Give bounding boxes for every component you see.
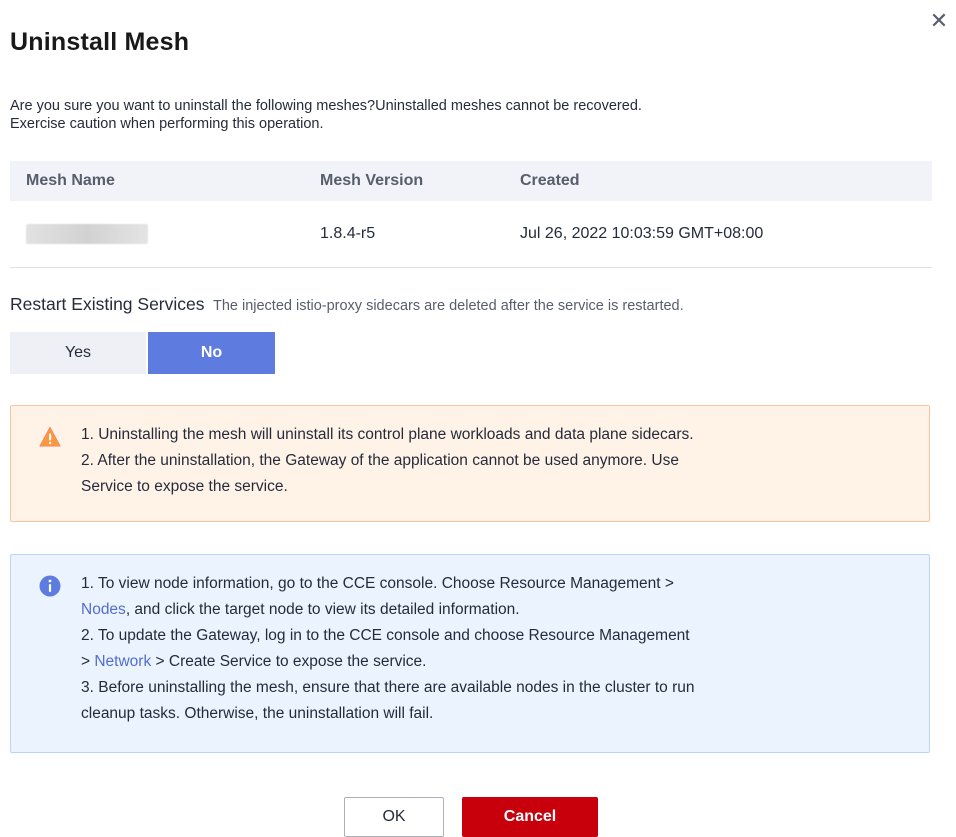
cell-created: Jul 26, 2022 10:03:59 GMT+08:00 xyxy=(502,201,932,268)
info-icon xyxy=(39,575,61,597)
info-line: 3. Before uninstalling the mesh, ensure … xyxy=(81,679,695,696)
column-header-mesh-name: Mesh Name xyxy=(10,161,302,201)
close-icon[interactable]: ✕ xyxy=(928,10,950,32)
ok-button[interactable]: OK xyxy=(344,797,444,837)
info-alert: 1. To view node information, go to the C… xyxy=(10,554,930,753)
warning-alert: 1. Uninstalling the mesh will uninstall … xyxy=(10,405,930,522)
dialog-title: Uninstall Mesh xyxy=(10,28,190,56)
nodes-link[interactable]: Nodes xyxy=(81,601,126,618)
restart-services-label: Restart Existing Services xyxy=(10,294,205,314)
cell-mesh-name xyxy=(10,201,302,268)
table-header-row: Mesh Name Mesh Version Created xyxy=(10,161,932,201)
info-line: Nodes, and click the target node to view… xyxy=(81,597,909,623)
info-text: > xyxy=(81,653,95,670)
redacted-mesh-name xyxy=(26,224,148,244)
description-line: Exercise caution when performing this op… xyxy=(10,116,324,132)
option-yes[interactable]: Yes xyxy=(10,332,146,374)
warning-line: 2. After the uninstallation, the Gateway… xyxy=(81,452,679,469)
network-link[interactable]: Network xyxy=(94,653,151,670)
warning-icon xyxy=(39,427,61,447)
dialog-description: Are you sure you want to uninstall the f… xyxy=(10,97,940,133)
info-line: cleanup tasks. Otherwise, the uninstalla… xyxy=(81,705,434,722)
cancel-button[interactable]: Cancel xyxy=(462,797,598,837)
column-header-mesh-version: Mesh Version xyxy=(302,161,502,201)
option-no[interactable]: No xyxy=(148,332,275,374)
restart-services-hint: The injected istio-proxy sidecars are de… xyxy=(212,298,684,314)
mesh-table: Mesh Name Mesh Version Created 1.8.4-r5 … xyxy=(10,161,932,268)
table-row: 1.8.4-r5 Jul 26, 2022 10:03:59 GMT+08:00 xyxy=(10,201,932,268)
restart-services-toggle: Yes No xyxy=(10,332,275,374)
column-header-created: Created xyxy=(502,161,932,201)
info-line: 2. To update the Gateway, log in to the … xyxy=(81,627,690,644)
info-line: > Network > Create Service to expose the… xyxy=(81,649,909,675)
cell-mesh-version: 1.8.4-r5 xyxy=(302,201,502,268)
warning-line: 1. Uninstalling the mesh will uninstall … xyxy=(81,426,694,443)
info-text: , and click the target node to view its … xyxy=(125,601,520,618)
description-line: Are you sure you want to uninstall the f… xyxy=(10,98,642,114)
warning-line: Service to expose the service. xyxy=(81,478,288,495)
info-line: 1. To view node information, go to the C… xyxy=(81,575,674,592)
info-text: > Create Service to expose the service. xyxy=(151,653,427,670)
restart-services-row: Restart Existing Services The injected i… xyxy=(10,294,684,315)
